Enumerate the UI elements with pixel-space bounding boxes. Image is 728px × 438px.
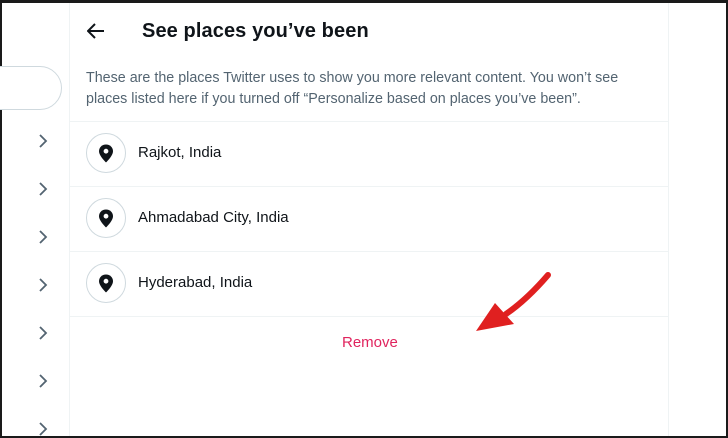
remove-button[interactable]: Remove bbox=[342, 334, 398, 351]
chevron-right-icon[interactable] bbox=[36, 278, 50, 292]
annotation-arrow-icon bbox=[476, 272, 551, 331]
location-pin-icon bbox=[86, 263, 126, 303]
settings-sidebar bbox=[0, 3, 70, 436]
search-input[interactable] bbox=[0, 66, 62, 110]
page-title: See places you’ve been bbox=[142, 20, 369, 42]
right-gutter bbox=[669, 3, 726, 436]
arrow-left-icon bbox=[87, 23, 104, 39]
location-pin-icon bbox=[86, 198, 126, 238]
place-label: Rajkot, India bbox=[138, 144, 222, 161]
place-label: Ahmadabad City, India bbox=[138, 209, 289, 226]
location-pin-icon bbox=[86, 133, 126, 173]
chevron-right-icon[interactable] bbox=[36, 134, 50, 148]
place-item: Rajkot, India bbox=[70, 122, 668, 186]
places-panel: See places you’ve been These are the pla… bbox=[70, 3, 669, 436]
chevron-right-icon[interactable] bbox=[36, 182, 50, 196]
place-item: Ahmadabad City, India bbox=[70, 187, 668, 251]
chevron-right-icon[interactable] bbox=[36, 374, 50, 388]
place-item: Hyderabad, India bbox=[70, 252, 668, 316]
places-description: These are the places Twitter uses to sho… bbox=[86, 70, 619, 107]
place-label: Hyderabad, India bbox=[138, 274, 253, 291]
chevron-right-icon[interactable] bbox=[36, 230, 50, 244]
chevron-right-icon[interactable] bbox=[36, 326, 50, 340]
chevron-right-icon[interactable] bbox=[36, 422, 50, 436]
divider bbox=[70, 316, 668, 317]
back-button[interactable] bbox=[82, 17, 110, 45]
